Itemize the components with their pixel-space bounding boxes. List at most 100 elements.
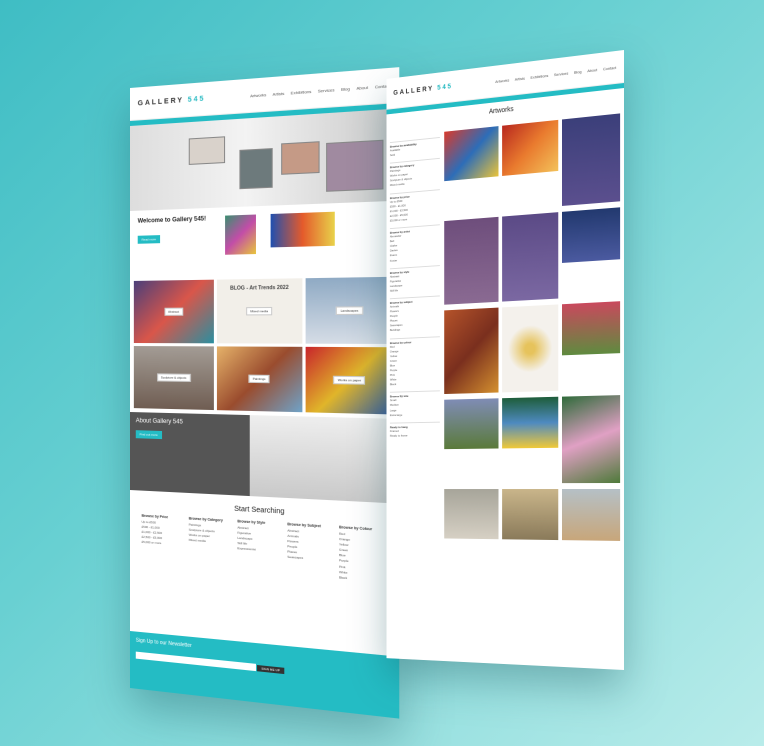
about-title: About Gallery 545 — [135, 418, 183, 426]
logo-number: 545 — [437, 82, 453, 92]
product-card[interactable] — [502, 212, 559, 302]
hero-artwork — [281, 141, 320, 175]
listing-body: Browse by availability Available Sold Br… — [387, 109, 624, 545]
product-image[interactable] — [502, 304, 559, 393]
browse-colour: Browse by Colour Red Orange Yellow Green… — [339, 525, 386, 584]
nav-services[interactable]: Services — [554, 70, 568, 77]
product-card[interactable] — [444, 398, 499, 484]
category-tile[interactable]: Abstract — [133, 279, 215, 344]
category-grid: Abstract BLOG - Art Trends 2022 Mixed me… — [130, 272, 399, 419]
product-image[interactable] — [502, 212, 559, 302]
product-card[interactable] — [502, 396, 559, 484]
product-card[interactable] — [502, 489, 559, 541]
blog-title: BLOG - Art Trends 2022 — [230, 284, 289, 292]
newsletter-bar: Sign Up to our Newsletter SIGN ME UP — [130, 631, 400, 719]
welcome-text — [138, 225, 220, 228]
main-nav: Artworks Artists Exhibitions Services Bl… — [250, 82, 390, 97]
product-image[interactable] — [502, 489, 559, 541]
about-section: About Gallery 545 Find out more — [130, 412, 400, 504]
nav-artworks[interactable]: Artworks — [495, 77, 509, 83]
tile-label: Paintings — [248, 374, 270, 384]
nav-artworks[interactable]: Artworks — [250, 92, 266, 98]
nav-services[interactable]: Services — [318, 87, 335, 94]
main-nav: Artworks Artists Exhibitions Services Bl… — [495, 64, 616, 83]
browse-columns: Browse by Price Up to £500 £500 - £1,000… — [142, 514, 386, 584]
logo[interactable]: GALLERY 545 — [138, 95, 206, 107]
homepage-mockup: GALLERY 545 Artworks Artists Exhibitions… — [130, 67, 400, 719]
nav-blog[interactable]: Blog — [341, 85, 350, 91]
read-more-button[interactable]: Read more — [137, 235, 160, 244]
nav-artists[interactable]: Artists — [515, 75, 525, 81]
nav-artists[interactable]: Artists — [273, 90, 285, 96]
product-image[interactable] — [562, 301, 621, 356]
hero-banner — [130, 108, 400, 211]
hero-artwork — [188, 136, 226, 165]
product-image[interactable] — [562, 395, 621, 484]
nav-exhibitions[interactable]: Exhibitions — [291, 88, 312, 95]
product-grid — [444, 113, 621, 541]
product-image[interactable] — [562, 207, 621, 263]
product-card[interactable] — [502, 304, 559, 393]
nav-about[interactable]: About — [356, 84, 368, 90]
logo-text: GALLERY — [137, 96, 184, 107]
browse-style: Browse by Style Abstract Figurative Land… — [237, 519, 281, 576]
product-image[interactable] — [444, 398, 499, 450]
product-card[interactable] — [502, 119, 559, 212]
logo[interactable]: GALLERY 545 — [393, 83, 452, 97]
category-tile[interactable]: Works on paper — [305, 346, 395, 415]
blog-tile[interactable]: BLOG - Art Trends 2022 Mixed media — [217, 278, 303, 344]
browse-subject: Browse by Subject Abstract Animals Flowe… — [287, 522, 332, 580]
nav-contact[interactable]: Contact — [603, 64, 616, 71]
product-card[interactable] — [444, 216, 499, 306]
product-card[interactable] — [562, 113, 621, 207]
featured-artwork[interactable] — [270, 211, 336, 248]
product-card[interactable] — [562, 207, 621, 299]
product-caption — [444, 449, 498, 450]
category-tile[interactable]: Landscapes — [305, 276, 395, 345]
product-card[interactable] — [444, 126, 499, 216]
filter-option[interactable]: Buildings — [390, 326, 440, 333]
sign-up-button[interactable]: SIGN ME UP — [257, 664, 285, 674]
category-tile[interactable]: Paintings — [217, 346, 303, 413]
product-image[interactable] — [502, 119, 559, 176]
nav-about[interactable]: About — [587, 67, 597, 73]
product-image[interactable] — [562, 113, 621, 206]
product-image[interactable] — [444, 489, 499, 540]
gallery-photo — [250, 415, 400, 504]
product-image[interactable] — [502, 396, 559, 449]
category-tile[interactable]: Sculpture & objects — [133, 346, 215, 411]
product-image[interactable] — [444, 216, 499, 305]
nav-blog[interactable]: Blog — [574, 69, 582, 75]
filter-option[interactable]: Black — [390, 381, 440, 387]
newsletter-email-input[interactable] — [135, 651, 256, 672]
tile-label: Abstract — [164, 307, 183, 316]
welcome-title: Welcome to Gallery 545! — [137, 216, 207, 225]
product-image[interactable] — [444, 126, 499, 182]
nav-exhibitions[interactable]: Exhibitions — [530, 72, 548, 79]
logo-number: 545 — [187, 94, 206, 104]
product-card[interactable] — [562, 301, 621, 392]
product-card[interactable] — [562, 489, 621, 541]
filter-option[interactable]: Ready to frame — [390, 433, 440, 439]
tile-label: Landscapes — [336, 306, 363, 316]
about-button[interactable]: Find out more — [135, 430, 162, 440]
product-card[interactable] — [444, 489, 499, 540]
filter-option[interactable]: Extra large — [390, 412, 440, 418]
browse-price: Browse by Price Up to £500 £500 - £1,000… — [142, 514, 183, 569]
featured-artwork[interactable] — [225, 214, 257, 255]
tile-label: Works on paper — [333, 375, 366, 385]
hero-artwork — [239, 148, 273, 190]
product-caption — [502, 449, 558, 450]
product-card[interactable] — [562, 395, 621, 484]
logo-text: GALLERY — [393, 85, 434, 97]
welcome-section: Welcome to Gallery 545! Read more — [130, 201, 399, 277]
product-card[interactable] — [444, 307, 499, 395]
tile-label: Mixed media — [246, 306, 273, 316]
browse-category: Browse by Category Paintings Sculpture &… — [189, 516, 232, 572]
product-image[interactable] — [562, 489, 621, 541]
product-image[interactable] — [444, 307, 499, 395]
hero-artwork — [326, 139, 384, 192]
tile-label: Sculpture & objects — [156, 373, 191, 382]
filter-sidebar: Browse by availability Available Sold Br… — [389, 132, 440, 538]
artworks-listing-mockup: GALLERY 545 Artworks Artists Exhibitions… — [386, 50, 624, 670]
